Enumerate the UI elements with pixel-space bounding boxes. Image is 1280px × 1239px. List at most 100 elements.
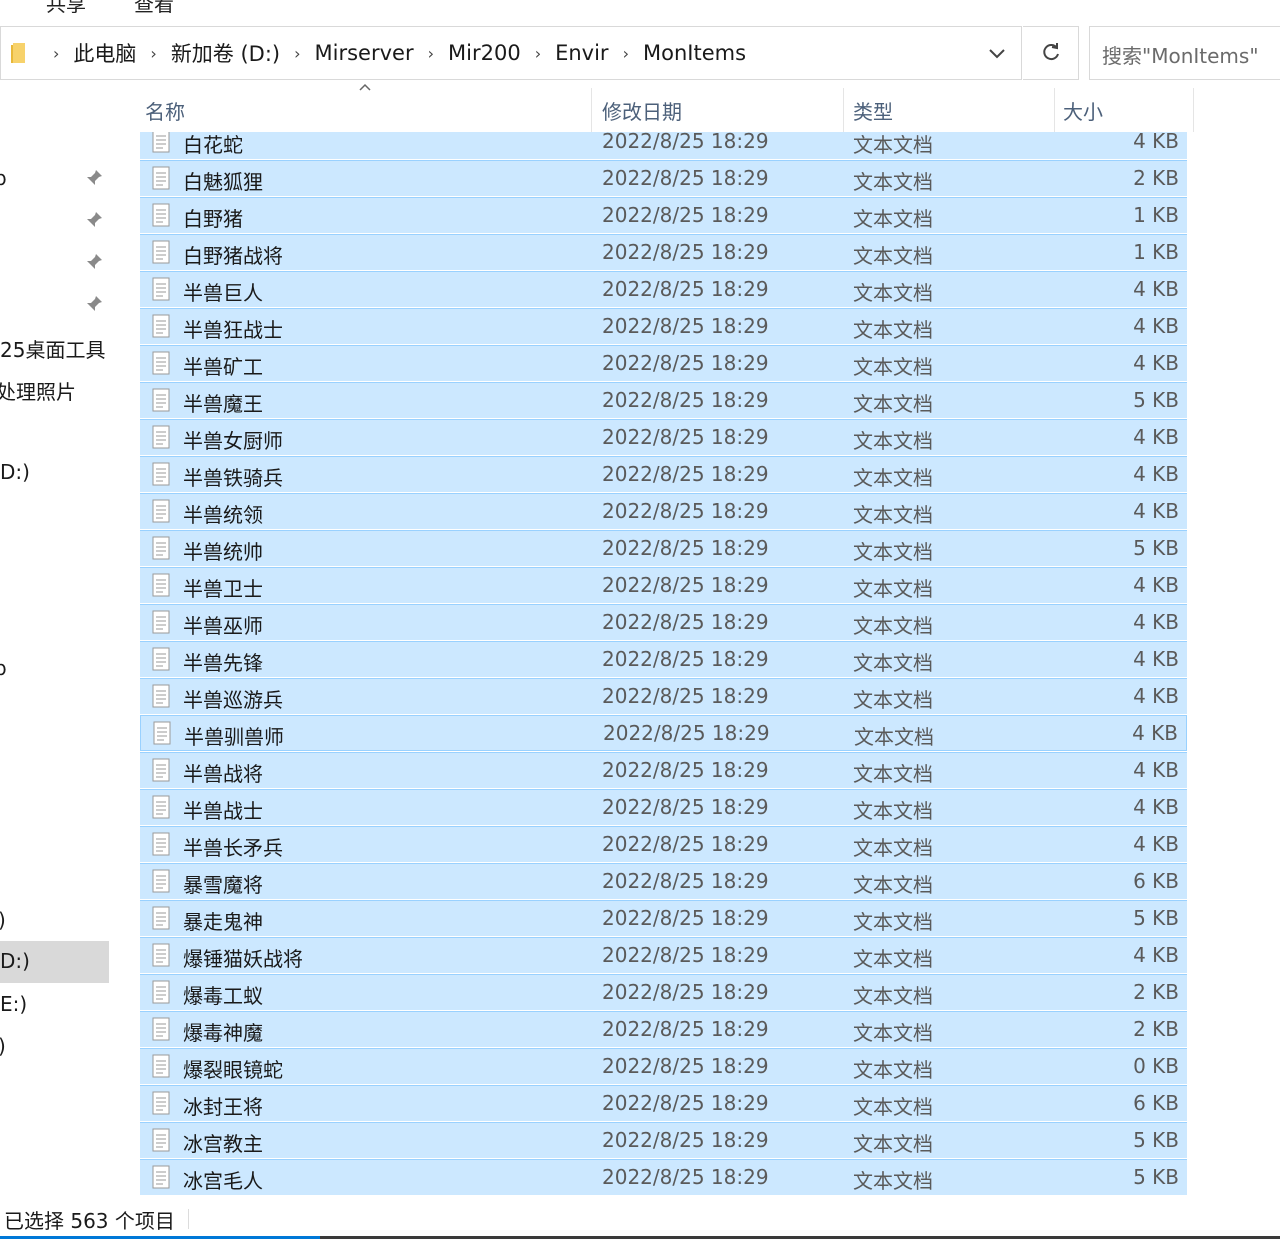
file-row[interactable]: 白野猪战将 2022/8/25 18:29 文本文档 1 KB (140, 234, 1187, 270)
file-row[interactable]: 半兽巨人 2022/8/25 18:29 文本文档 4 KB (140, 271, 1187, 307)
nav-item-desktop-tools[interactable]: 25桌面工具 (0, 334, 105, 363)
file-name: 白野猪 (183, 207, 243, 231)
file-row[interactable]: 半兽驯兽师 2022/8/25 18:29 文本文档 4 KB (140, 715, 1187, 751)
file-row[interactable]: 半兽女厨师 2022/8/25 18:29 文本文档 4 KB (140, 419, 1187, 455)
chevron-right-icon[interactable]: › (150, 44, 156, 63)
breadcrumb-envir[interactable]: Envir (555, 41, 608, 65)
file-type: 文本文档 (853, 614, 933, 638)
file-row[interactable]: 半兽巫师 2022/8/25 18:29 文本文档 4 KB (140, 604, 1187, 640)
chevron-right-icon[interactable]: › (53, 44, 59, 63)
file-size: 4 KB (1133, 277, 1179, 301)
file-row[interactable]: 爆毒工蚁 2022/8/25 18:29 文本文档 2 KB (140, 974, 1187, 1010)
text-file-icon (152, 832, 170, 856)
file-row[interactable]: 暴走鬼神 2022/8/25 18:29 文本文档 5 KB (140, 900, 1187, 936)
nav-item-photos[interactable]: 处理照片 (0, 376, 76, 405)
text-file-icon (152, 314, 170, 338)
file-row[interactable]: 半兽统领 2022/8/25 18:29 文本文档 4 KB (140, 493, 1187, 529)
file-name: 白花蛇 (183, 133, 243, 157)
nav-item-drive-e[interactable]: E:) (0, 992, 27, 1016)
file-row[interactable]: 半兽铁骑兵 2022/8/25 18:29 文本文档 4 KB (140, 456, 1187, 492)
file-row[interactable]: 半兽战士 2022/8/25 18:29 文本文档 4 KB (140, 789, 1187, 825)
chevron-right-icon[interactable]: › (294, 44, 300, 63)
file-row[interactable]: 白花蛇 2022/8/25 18:29 文本文档 4 KB (140, 132, 1187, 159)
nav-item-4[interactable]: ) (0, 1034, 6, 1058)
file-name: 半兽巡游兵 (183, 688, 283, 712)
file-row[interactable]: 半兽巡游兵 2022/8/25 18:29 文本文档 4 KB (140, 678, 1187, 714)
file-row[interactable]: 半兽魔王 2022/8/25 18:29 文本文档 5 KB (140, 382, 1187, 418)
chevron-right-icon[interactable]: › (535, 44, 541, 63)
text-file-icon (152, 425, 170, 449)
file-row[interactable]: 冰封王将 2022/8/25 18:29 文本文档 6 KB (140, 1085, 1187, 1121)
file-name: 半兽战将 (183, 762, 263, 786)
nav-item-3[interactable]: ) (0, 908, 6, 932)
breadcrumb-drive-d[interactable]: 新加卷 (D:) (171, 38, 280, 68)
file-row[interactable]: 爆毒神魔 2022/8/25 18:29 文本文档 2 KB (140, 1011, 1187, 1047)
text-file-icon (152, 573, 170, 597)
file-date: 2022/8/25 18:29 (602, 610, 769, 634)
file-row[interactable]: 爆裂眼镜蛇 2022/8/25 18:29 文本文档 0 KB (140, 1048, 1187, 1084)
column-name[interactable]: 名称 (140, 88, 592, 132)
file-name: 半兽先锋 (183, 651, 263, 675)
file-date: 2022/8/25 18:29 (602, 943, 769, 967)
column-size[interactable]: 大小 (1058, 88, 1194, 132)
breadcrumb-mirserver[interactable]: Mirserver (315, 41, 414, 65)
file-date: 2022/8/25 18:29 (602, 462, 769, 486)
nav-item-label: D:) (0, 949, 30, 973)
address-bar[interactable]: › 此电脑 › 新加卷 (D:) › Mirserver › Mir200 › … (0, 26, 1022, 80)
file-row[interactable]: 爆锤猫妖战将 2022/8/25 18:29 文本文档 4 KB (140, 937, 1187, 973)
file-type: 文本文档 (853, 318, 933, 342)
file-size: 4 KB (1133, 758, 1179, 782)
chevron-down-icon[interactable] (979, 41, 1015, 67)
file-type: 文本文档 (853, 540, 933, 564)
pin-icon[interactable] (84, 168, 104, 188)
nav-item-2[interactable]: p (0, 656, 7, 680)
text-file-icon (152, 203, 170, 227)
refresh-icon (1042, 43, 1059, 61)
text-file-icon (152, 388, 170, 412)
pin-icon[interactable] (84, 210, 104, 230)
nav-item-drive-d-selected[interactable]: D:) (0, 941, 109, 983)
file-row[interactable]: 半兽狂战士 2022/8/25 18:29 文本文档 4 KB (140, 308, 1187, 344)
file-date: 2022/8/25 18:29 (602, 425, 769, 449)
file-size: 5 KB (1133, 388, 1179, 412)
file-type: 文本文档 (853, 651, 933, 675)
file-row[interactable]: 半兽战将 2022/8/25 18:29 文本文档 4 KB (140, 752, 1187, 788)
file-row[interactable]: 半兽长矛兵 2022/8/25 18:29 文本文档 4 KB (140, 826, 1187, 862)
file-row[interactable]: 半兽先锋 2022/8/25 18:29 文本文档 4 KB (140, 641, 1187, 677)
file-size: 2 KB (1133, 980, 1179, 1004)
search-input[interactable]: 搜索"MonItems" (1089, 26, 1280, 80)
file-row[interactable]: 暴雪魔将 2022/8/25 18:29 文本文档 6 KB (140, 863, 1187, 899)
file-row[interactable]: 半兽矿工 2022/8/25 18:29 文本文档 4 KB (140, 345, 1187, 381)
file-size: 4 KB (1132, 721, 1178, 745)
file-row[interactable]: 白野猪 2022/8/25 18:29 文本文档 1 KB (140, 197, 1187, 233)
ribbon-tab-view[interactable]: 查看 (134, 0, 174, 17)
pin-icon[interactable] (84, 252, 104, 272)
chevron-right-icon[interactable]: › (623, 44, 629, 63)
breadcrumb-this-pc[interactable]: 此电脑 (73, 38, 136, 68)
refresh-button[interactable] (1023, 26, 1079, 80)
column-date[interactable]: 修改日期 (597, 88, 844, 132)
file-name: 爆毒工蚁 (183, 984, 263, 1008)
file-row[interactable]: 白魅狐狸 2022/8/25 18:29 文本文档 2 KB (140, 160, 1187, 196)
column-type[interactable]: 类型 (848, 88, 1055, 132)
file-size: 4 KB (1133, 314, 1179, 338)
nav-item-1[interactable]: p (0, 166, 7, 190)
file-size: 1 KB (1133, 240, 1179, 264)
file-row[interactable]: 冰宫教主 2022/8/25 18:29 文本文档 5 KB (140, 1122, 1187, 1158)
ribbon-tab-share[interactable]: 共享 (46, 0, 86, 17)
file-row[interactable]: 半兽卫士 2022/8/25 18:29 文本文档 4 KB (140, 567, 1187, 603)
file-row[interactable]: 半兽统帅 2022/8/25 18:29 文本文档 5 KB (140, 530, 1187, 566)
chevron-right-icon[interactable]: › (428, 44, 434, 63)
file-size: 4 KB (1133, 499, 1179, 523)
file-type: 文本文档 (853, 1169, 933, 1193)
file-type: 文本文档 (853, 836, 933, 860)
breadcrumb-monitems[interactable]: MonItems (643, 41, 746, 65)
pin-icon[interactable] (84, 294, 104, 314)
folder-icon (11, 43, 25, 63)
file-name: 半兽驯兽师 (184, 725, 284, 749)
file-size: 4 KB (1133, 462, 1179, 486)
nav-item-drive-d[interactable]: D:) (0, 460, 30, 484)
breadcrumb-mir200[interactable]: Mir200 (448, 41, 521, 65)
file-row[interactable]: 冰宫毛人 2022/8/25 18:29 文本文档 5 KB (140, 1159, 1187, 1195)
text-file-icon (153, 721, 171, 745)
